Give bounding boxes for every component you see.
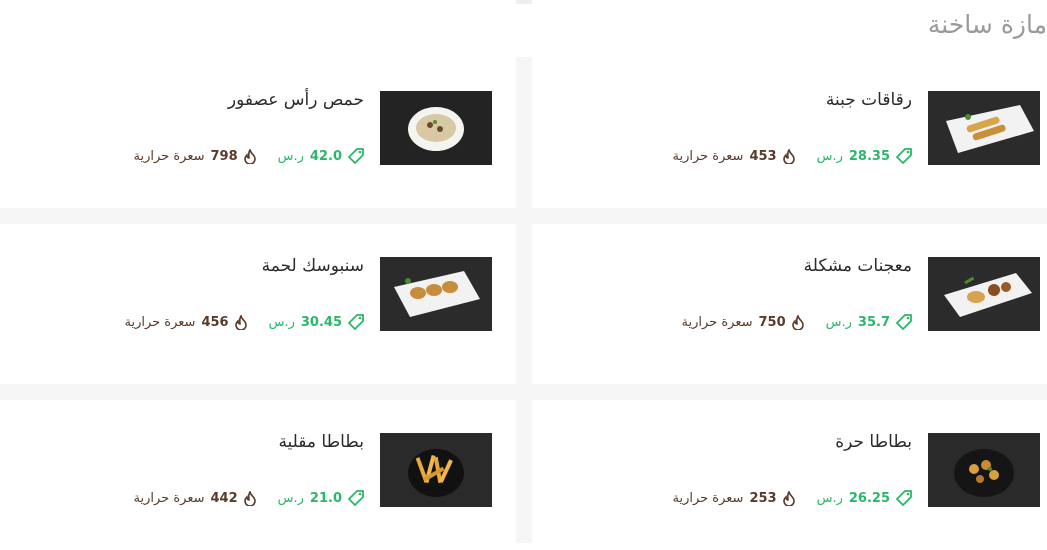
calories-value: 442 bbox=[210, 490, 238, 506]
menu-item-image bbox=[928, 433, 1040, 507]
calories-info: 442 سعرة حرارية bbox=[133, 490, 256, 506]
currency-label: ر.س bbox=[277, 148, 304, 164]
menu-item-name: بطاطا حرة bbox=[835, 432, 912, 452]
calories-label: سعرة حرارية bbox=[124, 314, 196, 330]
price-tag-icon bbox=[348, 490, 364, 506]
currency-label: ر.س bbox=[816, 490, 843, 506]
price-info: 21.0 ر.س bbox=[278, 490, 364, 506]
calories-info: 253 سعرة حرارية bbox=[672, 490, 795, 506]
calories-value: 453 bbox=[749, 148, 777, 164]
currency-label: ر.س bbox=[816, 148, 843, 164]
price-value: 26.25 bbox=[848, 490, 890, 506]
calories-label: سعرة حرارية bbox=[672, 148, 744, 164]
price-value: 21.0 bbox=[309, 490, 342, 506]
row-divider bbox=[0, 208, 1047, 224]
currency-label: ر.س bbox=[268, 314, 295, 330]
price-info: 35.7 ر.س bbox=[826, 314, 912, 330]
calories-value: 253 bbox=[749, 490, 777, 506]
menu-item-name: معجنات مشكلة bbox=[803, 256, 912, 276]
price-value: 28.35 bbox=[848, 148, 890, 164]
menu-item-name: سنبوسك لحمة bbox=[261, 256, 364, 276]
menu-item-name: بطاطا مقلية bbox=[278, 432, 364, 452]
currency-label: ر.س bbox=[825, 314, 852, 330]
calories-label: سعرة حرارية bbox=[681, 314, 753, 330]
column-divider bbox=[516, 57, 532, 543]
flame-icon bbox=[782, 148, 795, 164]
price-tag-icon bbox=[896, 490, 912, 506]
price-value: 30.45 bbox=[300, 314, 342, 330]
calories-label: سعرة حرارية bbox=[133, 490, 205, 506]
price-tag-icon bbox=[896, 314, 912, 330]
price-tag-icon bbox=[896, 148, 912, 164]
calories-info: 798 سعرة حرارية bbox=[133, 148, 256, 164]
price-info: 28.35 ر.س bbox=[817, 148, 912, 164]
calories-value: 798 bbox=[210, 148, 238, 164]
calories-value: 750 bbox=[758, 314, 786, 330]
flame-icon bbox=[243, 490, 256, 506]
calories-label: سعرة حرارية bbox=[133, 148, 205, 164]
flame-icon bbox=[234, 314, 247, 330]
menu-item-image bbox=[928, 257, 1040, 331]
calories-info: 453 سعرة حرارية bbox=[672, 148, 795, 164]
price-tag-icon bbox=[348, 314, 364, 330]
price-value: 42.0 bbox=[309, 148, 342, 164]
menu-item-card[interactable]: معجنات مشكلة 35.7 ر.س 750 سعرة حرارية bbox=[532, 224, 1047, 374]
price-info: 26.25 ر.س bbox=[817, 490, 912, 506]
row-divider bbox=[0, 384, 1047, 400]
menu-item-image bbox=[380, 257, 492, 331]
menu-item-image bbox=[928, 91, 1040, 165]
flame-icon bbox=[243, 148, 256, 164]
menu-item-card[interactable]: بطاطا حرة 26.25 ر.س 253 سعرة حرارية bbox=[532, 400, 1047, 550]
calories-value: 456 bbox=[201, 314, 229, 330]
price-value: 35.7 bbox=[857, 314, 890, 330]
menu-item-card[interactable]: رقاقات جبنة 28.35 ر.س 453 سعرة حرارية bbox=[532, 58, 1047, 208]
price-tag-icon bbox=[348, 148, 364, 164]
price-info: 42.0 ر.س bbox=[278, 148, 364, 164]
menu-item-card[interactable]: سنبوسك لحمة 30.45 ر.س 456 سعرة حرارية bbox=[0, 224, 516, 374]
top-divider-tick bbox=[516, 0, 532, 4]
currency-label: ر.س bbox=[277, 490, 304, 506]
calories-info: 456 سعرة حرارية bbox=[124, 314, 247, 330]
flame-icon bbox=[782, 490, 795, 506]
flame-icon bbox=[791, 314, 804, 330]
section-title: مازة ساخنة bbox=[927, 10, 1047, 39]
menu-item-name: رقاقات جبنة bbox=[825, 90, 912, 110]
menu-item-name: حمص رأس عصفور bbox=[227, 90, 364, 110]
calories-info: 750 سعرة حرارية bbox=[681, 314, 804, 330]
menu-item-card[interactable]: بطاطا مقلية 21.0 ر.س 442 سعرة حرارية bbox=[0, 400, 516, 550]
menu-item-card[interactable]: حمص رأس عصفور 42.0 ر.س 798 سعرة حرارية bbox=[0, 58, 516, 208]
price-info: 30.45 ر.س bbox=[269, 314, 364, 330]
calories-label: سعرة حرارية bbox=[672, 490, 744, 506]
menu-item-image bbox=[380, 91, 492, 165]
menu-item-image bbox=[380, 433, 492, 507]
